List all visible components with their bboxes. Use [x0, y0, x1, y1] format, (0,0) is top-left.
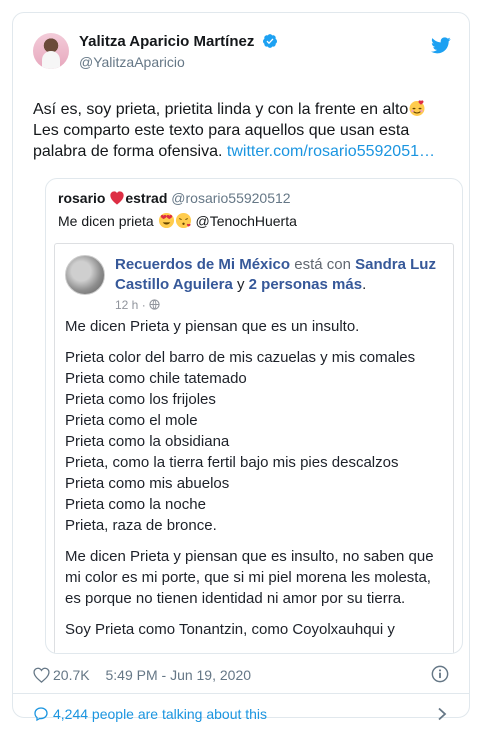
- tweet-line-2: Les comparto este texto para aquellos qu…: [33, 122, 410, 139]
- smiling-face-with-hearts-icon: [409, 100, 425, 116]
- quoted-tweet-link[interactable]: twitter.com/rosario5592051…: [227, 143, 435, 160]
- footer-divider: [13, 693, 469, 694]
- chevron-right-icon[interactable]: [437, 707, 447, 721]
- tweet-actions: 20.7K 5:49 PM - Jun 19, 2020: [33, 665, 251, 685]
- fb-and-text: y: [232, 276, 249, 293]
- fb-post-body: Me dicen Prieta y piensan que es un insu…: [65, 316, 449, 640]
- twitter-bird-icon[interactable]: [431, 37, 451, 54]
- quoted-text-part2[interactable]: @TenochHuerta: [192, 213, 296, 229]
- fb-paragraph-1: Me dicen Prieta y piensan que es un insu…: [65, 318, 360, 335]
- quoted-author-name-part2[interactable]: estrad: [125, 190, 167, 206]
- quoted-tweet[interactable]: rosario estrad @rosario55920512 Me dicen…: [45, 178, 463, 654]
- fb-with-text: está con: [290, 256, 356, 273]
- sparkling-heart-icon: [110, 191, 125, 205]
- fb-line: Prieta color del barro de mis cazuelas y…: [65, 349, 416, 366]
- author-avatar[interactable]: [33, 33, 69, 69]
- fb-line: Prieta como la obsidiana: [65, 433, 230, 450]
- verified-badge-icon: [262, 34, 277, 48]
- tweet-line-1: Así es, soy prieta, prietita linda y con…: [33, 101, 409, 118]
- fb-others: 2 personas más: [248, 276, 363, 293]
- author-handle[interactable]: @YalitzaAparicio: [79, 53, 278, 71]
- like-count[interactable]: 20.7K: [53, 667, 90, 683]
- author-info[interactable]: Yalitza Aparicio Martínez @YalitzaAparic…: [79, 33, 278, 71]
- quoted-tweet-text: Me dicen prieta @TenochHuerta: [58, 212, 297, 230]
- heart-eyes-face-icon: [158, 212, 174, 229]
- tweet-text: Así es, soy prieta, prietita linda y con…: [33, 99, 453, 162]
- fb-line: Prieta, raza de bronce.: [65, 517, 217, 534]
- conversation-link[interactable]: 4,244 people are talking about this: [33, 705, 267, 723]
- talking-count-text[interactable]: 4,244 people are talking about this: [53, 706, 267, 722]
- fb-period: .: [362, 276, 367, 293]
- fb-line: Prieta como los frijoles: [65, 391, 216, 408]
- quoted-text-part1: Me dicen prieta: [58, 213, 158, 229]
- facebook-post-embed: Recuerdos de Mi México está con Sandra L…: [54, 243, 454, 653]
- author-display-name[interactable]: Yalitza Aparicio Martínez: [79, 33, 254, 51]
- fb-paragraph-2: Prieta color del barro de mis cazuelas y…: [65, 347, 449, 536]
- embedded-tweet-card: Yalitza Aparicio Martínez @YalitzaAparic…: [12, 12, 470, 722]
- fb-page-avatar: [65, 255, 105, 295]
- fb-line: Prieta como el mole: [65, 412, 198, 429]
- quoted-tweet-header: rosario estrad @rosario55920512: [58, 189, 291, 207]
- speech-bubble-icon: [34, 707, 48, 722]
- globe-icon: [149, 299, 160, 310]
- heart-icon[interactable]: [33, 667, 50, 683]
- fb-time: 12 h ·: [115, 298, 146, 312]
- fb-line: Prieta como la noche: [65, 496, 206, 513]
- quoted-author-name-part1[interactable]: rosario: [58, 190, 109, 206]
- fb-line: Prieta como chile tatemado: [65, 370, 247, 387]
- tweet-timestamp[interactable]: 5:49 PM - Jun 19, 2020: [105, 667, 251, 683]
- fb-post-meta: 12 h ·: [115, 298, 160, 313]
- tweet-line-3: palabra de forma ofensiva.: [33, 143, 227, 160]
- fb-line: Prieta, como la tierra fertil bajo mis p…: [65, 454, 399, 471]
- fb-page-name: Recuerdos de Mi México: [115, 256, 291, 273]
- info-icon[interactable]: [431, 665, 449, 683]
- fb-paragraph-3: Me dicen Prieta y piensan que es insulto…: [65, 548, 434, 607]
- fb-post-title: Recuerdos de Mi México está con Sandra L…: [115, 255, 445, 295]
- tweet-header: Yalitza Aparicio Martínez @YalitzaAparic…: [33, 33, 451, 81]
- fb-line: Prieta como mis abuelos: [65, 475, 230, 492]
- face-blowing-kiss-icon: [175, 212, 191, 229]
- fb-paragraph-4: Soy Prieta como Tonantzin, como Coyolxau…: [65, 621, 395, 638]
- quoted-author-handle[interactable]: @rosario55920512: [171, 190, 290, 206]
